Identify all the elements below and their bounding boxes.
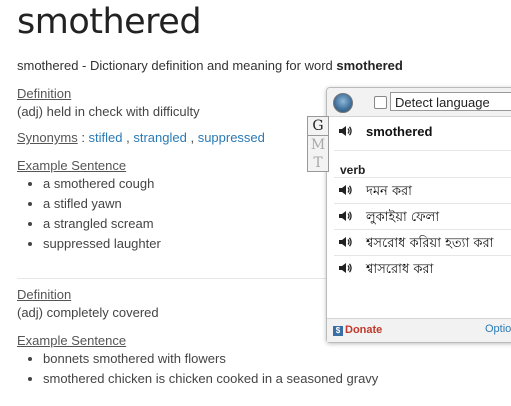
definition-label-2[interactable]: Definition — [17, 287, 71, 302]
example-list-2: bonnets smothered with flowers smothered… — [17, 349, 378, 389]
example-item: suppressed laughter — [43, 234, 161, 254]
popup-divider — [334, 229, 511, 230]
gmt-tabs: G M T — [307, 116, 329, 172]
example-item: a strangled scream — [43, 214, 161, 234]
speaker-icon[interactable] — [338, 262, 352, 274]
page-subtitle: smothered - Dictionary definition and me… — [17, 58, 403, 73]
synonyms-label[interactable]: Synonyms — [17, 130, 78, 145]
tab-microsoft[interactable]: M — [308, 136, 328, 154]
translation-row: শ্বাসরোধ করা — [338, 260, 433, 281]
example-item: a stifled yawn — [43, 194, 161, 214]
example-item: bonnets smothered with flowers — [43, 349, 378, 369]
synonym-link[interactable]: suppressed — [198, 130, 265, 145]
example-list-1: a smothered cough a stifled yawn a stran… — [17, 174, 161, 254]
definition-text-1: (adj) held in check with difficulty — [17, 104, 200, 119]
subtitle-word: smothered — [336, 58, 403, 73]
translated-word-row: smothered — [338, 124, 432, 139]
subtitle-text: smothered - Dictionary definition and me… — [17, 58, 337, 73]
donate-label: Donate — [345, 324, 383, 336]
tab-google[interactable]: G — [308, 117, 328, 136]
translator-logo-icon[interactable] — [333, 93, 353, 113]
speaker-icon[interactable] — [338, 184, 352, 196]
speaker-icon[interactable] — [338, 125, 352, 137]
example-item: a smothered cough — [43, 174, 161, 194]
tab-translator[interactable]: T — [308, 154, 328, 172]
donate-button[interactable]: $ Donate — [333, 324, 382, 336]
popup-divider — [334, 150, 511, 151]
translation-text: শ্বসরোধ করিয়া হত্যা করা — [366, 236, 494, 251]
speaker-icon[interactable] — [338, 236, 352, 248]
part-of-speech: verb — [340, 163, 366, 177]
translation-row: দমন করা — [338, 182, 412, 203]
translation-row: লুকাইয়া ফেলা — [338, 208, 439, 229]
synonyms-separator: : — [77, 130, 89, 145]
page-title: smothered — [17, 2, 202, 42]
popup-divider — [334, 177, 511, 178]
synonyms-row: Synonyms : stifled , strangled , suppres… — [17, 130, 265, 145]
paypal-icon: $ — [333, 326, 343, 336]
popup-header: Detect language▼ — [327, 88, 511, 117]
synonym-link[interactable]: stifled — [89, 130, 123, 145]
translation-row: শ্বসরোধ করিয়া হত্যা করা — [338, 234, 493, 255]
synonym-link[interactable]: strangled — [133, 130, 186, 145]
example-label-1[interactable]: Example Sentence — [17, 158, 126, 173]
translated-word: smothered — [366, 124, 433, 139]
example-item: smothered chicken is chicken cooked in a… — [43, 369, 378, 389]
popup-divider — [334, 203, 511, 204]
speaker-icon[interactable] — [338, 210, 352, 222]
popup-footer: $ Donate Optio — [327, 318, 511, 342]
translation-text: দমন করা — [366, 184, 412, 199]
language-select[interactable]: Detect language▼ — [390, 92, 511, 111]
definition-text-2: (adj) completely covered — [17, 305, 159, 320]
options-link[interactable]: Optio — [485, 323, 511, 335]
translation-text: শ্বাসরোধ করা — [366, 262, 434, 277]
language-select-value: Detect language — [395, 95, 490, 110]
example-label-2[interactable]: Example Sentence — [17, 333, 126, 348]
definition-label-1[interactable]: Definition — [17, 86, 71, 101]
detect-checkbox[interactable] — [374, 96, 387, 109]
popup-divider — [334, 255, 511, 256]
translation-text: লুকাইয়া ফেলা — [366, 210, 440, 225]
